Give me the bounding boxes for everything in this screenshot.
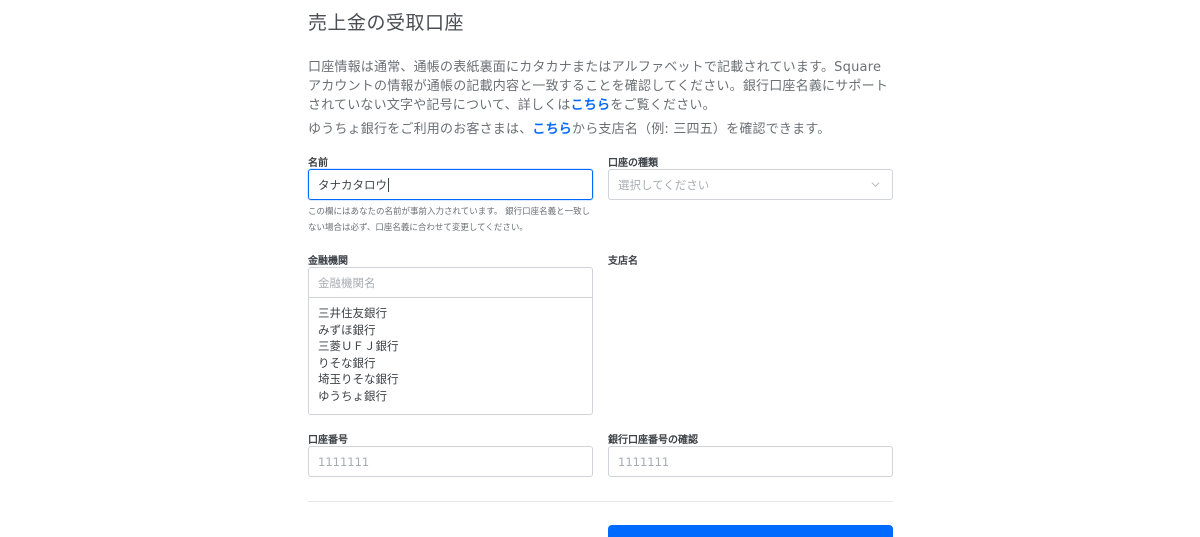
bank-option-mizuho[interactable]: みずほ銀行 <box>318 322 583 339</box>
account-type-placeholder: 選択してください <box>618 177 710 192</box>
bank-option-smbc[interactable]: 三井住友銀行 <box>318 305 583 322</box>
account-type-label: 口座の種類 <box>608 158 658 169</box>
bank-option-mufg[interactable]: 三菱ＵＦＪ銀行 <box>318 338 583 355</box>
text-cursor <box>388 177 389 192</box>
bank-option-saitama-resona[interactable]: 埼玉りそな銀行 <box>318 371 583 388</box>
account-type-select[interactable]: 選択してください <box>608 169 893 200</box>
bank-label: 金融機関 <box>308 256 348 267</box>
bank-option-yucho[interactable]: ゆうちょ銀行 <box>318 388 583 405</box>
branch-label: 支店名 <box>608 256 638 267</box>
intro-text-after: をご覧ください。 <box>610 98 716 113</box>
name-input[interactable]: タナカタロウ <box>308 169 593 200</box>
yucho-branch-link[interactable]: こちら <box>532 122 572 137</box>
account-number-input[interactable]: 1111111 <box>308 446 593 477</box>
name-label: 名前 <box>308 158 328 169</box>
name-helper-text: この欄にはあなたの名前が事前入力されています。 銀行口座名義と一致しない場合は必… <box>308 207 591 233</box>
submit-button[interactable] <box>608 525 893 537</box>
intro-paragraph: 口座情報は通常、通帳の表紙裏面にカタカナまたはアルファベットで記載されています。… <box>308 58 893 115</box>
yucho-note-text-before: ゆうちょ銀行をご利用のお客さまは、 <box>308 122 533 137</box>
yucho-note: ゆうちょ銀行をご利用のお客さまは、こちらから支店名（例: 三四五）を確認できます… <box>308 120 893 139</box>
account-number-label: 口座番号 <box>308 435 348 446</box>
account-number-confirm-label: 銀行口座番号の確認 <box>608 435 698 446</box>
yucho-note-text-after: から支店名（例: 三四五）を確認できます。 <box>572 122 831 137</box>
form-divider <box>308 501 893 502</box>
account-number-placeholder: 1111111 <box>318 454 370 469</box>
chevron-down-icon <box>871 182 880 187</box>
bank-options-dropdown: 三井住友銀行 みずほ銀行 三菱ＵＦＪ銀行 りそな銀行 埼玉りそな銀行 ゆうちょ銀… <box>308 298 593 415</box>
bank-option-resona[interactable]: りそな銀行 <box>318 355 583 372</box>
bank-search-placeholder: 金融機関名 <box>318 275 376 290</box>
page-title: 売上金の受取口座 <box>308 12 465 34</box>
name-input-value: タナカタロウ <box>318 177 387 192</box>
intro-help-link[interactable]: こちら <box>571 98 611 113</box>
account-number-confirm-input[interactable]: 1111111 <box>608 446 893 477</box>
bank-search-input[interactable]: 金融機関名 <box>308 267 593 298</box>
account-number-confirm-placeholder: 1111111 <box>618 454 670 469</box>
